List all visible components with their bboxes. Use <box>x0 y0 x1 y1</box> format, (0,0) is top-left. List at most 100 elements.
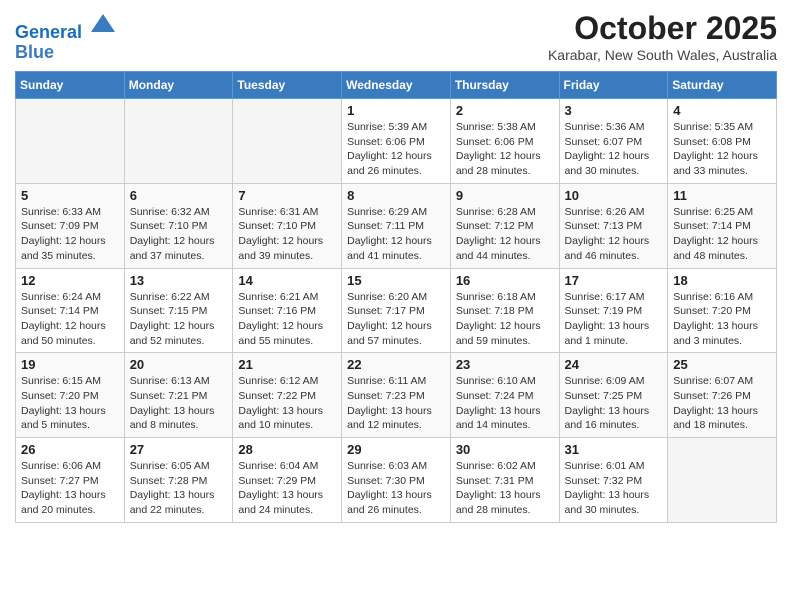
day-number: 17 <box>565 273 663 288</box>
calendar-cell <box>668 438 777 523</box>
day-info: Sunrise: 6:11 AM Sunset: 7:23 PM Dayligh… <box>347 374 445 433</box>
calendar-cell: 31Sunrise: 6:01 AM Sunset: 7:32 PM Dayli… <box>559 438 668 523</box>
day-info: Sunrise: 5:38 AM Sunset: 6:06 PM Dayligh… <box>456 120 554 179</box>
day-number: 23 <box>456 357 554 372</box>
day-number: 21 <box>238 357 336 372</box>
weekday-header: Sunday <box>16 72 125 99</box>
day-number: 5 <box>21 188 119 203</box>
calendar-week-row: 5 Sunrise: 6:33 AM Sunset: 7:09 PM Daylig… <box>16 183 777 268</box>
calendar-cell <box>233 99 342 184</box>
day-info: Sunrise: 6:26 AM Sunset: 7:13 PM Dayligh… <box>565 205 663 264</box>
day-number: 29 <box>347 442 445 457</box>
calendar-cell: 23 Sunrise: 6:10 AM Sunset: 7:24 PM Dayli… <box>450 353 559 438</box>
calendar-cell: 15Sunrise: 6:20 AM Sunset: 7:17 PM Dayli… <box>342 268 451 353</box>
day-number: 20 <box>130 357 228 372</box>
calendar-cell: 8 Sunrise: 6:29 AM Sunset: 7:11 PM Daylig… <box>342 183 451 268</box>
calendar-cell: 27 Sunrise: 6:05 AM Sunset: 7:28 PM Dayli… <box>124 438 233 523</box>
logo-general: General <box>15 22 82 42</box>
calendar-cell: 26Sunrise: 6:06 AM Sunset: 7:27 PM Dayli… <box>16 438 125 523</box>
day-info: Sunrise: 6:04 AM Sunset: 7:29 PM Dayligh… <box>238 459 336 518</box>
calendar-cell: 28 Sunrise: 6:04 AM Sunset: 7:29 PM Dayli… <box>233 438 342 523</box>
calendar-cell: 24Sunrise: 6:09 AM Sunset: 7:25 PM Dayli… <box>559 353 668 438</box>
calendar-cell: 13 Sunrise: 6:22 AM Sunset: 7:15 PM Dayli… <box>124 268 233 353</box>
weekday-header: Thursday <box>450 72 559 99</box>
day-info: Sunrise: 6:21 AM Sunset: 7:16 PM Dayligh… <box>238 290 336 349</box>
calendar-cell: 20 Sunrise: 6:13 AM Sunset: 7:21 PM Dayli… <box>124 353 233 438</box>
calendar-cell: 1 Sunrise: 5:39 AM Sunset: 6:06 PM Daylig… <box>342 99 451 184</box>
calendar-cell: 22Sunrise: 6:11 AM Sunset: 7:23 PM Dayli… <box>342 353 451 438</box>
calendar-cell: 29 Sunrise: 6:03 AM Sunset: 7:30 PM Dayli… <box>342 438 451 523</box>
logo-icon <box>89 10 117 38</box>
day-number: 26 <box>21 442 119 457</box>
day-info: Sunrise: 6:03 AM Sunset: 7:30 PM Dayligh… <box>347 459 445 518</box>
day-number: 25 <box>673 357 771 372</box>
weekday-header: Saturday <box>668 72 777 99</box>
day-number: 4 <box>673 103 771 118</box>
weekday-header-row: SundayMondayTuesdayWednesdayThursdayFrid… <box>16 72 777 99</box>
weekday-header: Monday <box>124 72 233 99</box>
day-number: 18 <box>673 273 771 288</box>
day-info: Sunrise: 6:22 AM Sunset: 7:15 PM Dayligh… <box>130 290 228 349</box>
calendar-cell: 19 Sunrise: 6:15 AM Sunset: 7:20 PM Dayli… <box>16 353 125 438</box>
day-info: Sunrise: 6:24 AM Sunset: 7:14 PM Dayligh… <box>21 290 119 349</box>
day-info: Sunrise: 6:29 AM Sunset: 7:11 PM Dayligh… <box>347 205 445 264</box>
calendar-cell: 7 Sunrise: 6:31 AM Sunset: 7:10 PM Daylig… <box>233 183 342 268</box>
day-number: 27 <box>130 442 228 457</box>
day-info: Sunrise: 6:31 AM Sunset: 7:10 PM Dayligh… <box>238 205 336 264</box>
calendar-cell: 9 Sunrise: 6:28 AM Sunset: 7:12 PM Daylig… <box>450 183 559 268</box>
day-info: Sunrise: 6:25 AM Sunset: 7:14 PM Dayligh… <box>673 205 771 264</box>
calendar-cell <box>16 99 125 184</box>
day-number: 16 <box>456 273 554 288</box>
day-info: Sunrise: 5:39 AM Sunset: 6:06 PM Dayligh… <box>347 120 445 179</box>
day-info: Sunrise: 6:33 AM Sunset: 7:09 PM Dayligh… <box>21 205 119 264</box>
day-info: Sunrise: 6:17 AM Sunset: 7:19 PM Dayligh… <box>565 290 663 349</box>
day-number: 28 <box>238 442 336 457</box>
weekday-header: Wednesday <box>342 72 451 99</box>
day-number: 8 <box>347 188 445 203</box>
day-number: 19 <box>21 357 119 372</box>
day-number: 7 <box>238 188 336 203</box>
calendar-cell: 17 Sunrise: 6:17 AM Sunset: 7:19 PM Dayli… <box>559 268 668 353</box>
calendar-cell: 16 Sunrise: 6:18 AM Sunset: 7:18 PM Dayli… <box>450 268 559 353</box>
day-number: 9 <box>456 188 554 203</box>
day-number: 11 <box>673 188 771 203</box>
day-info: Sunrise: 6:10 AM Sunset: 7:24 PM Dayligh… <box>456 374 554 433</box>
calendar-cell: 5 Sunrise: 6:33 AM Sunset: 7:09 PM Daylig… <box>16 183 125 268</box>
day-info: Sunrise: 6:02 AM Sunset: 7:31 PM Dayligh… <box>456 459 554 518</box>
calendar-cell: 12Sunrise: 6:24 AM Sunset: 7:14 PM Dayli… <box>16 268 125 353</box>
day-info: Sunrise: 6:32 AM Sunset: 7:10 PM Dayligh… <box>130 205 228 264</box>
day-number: 30 <box>456 442 554 457</box>
calendar-cell: 21 Sunrise: 6:12 AM Sunset: 7:22 PM Dayli… <box>233 353 342 438</box>
calendar-cell: 6Sunrise: 6:32 AM Sunset: 7:10 PM Daylig… <box>124 183 233 268</box>
calendar-cell: 30 Sunrise: 6:02 AM Sunset: 7:31 PM Dayli… <box>450 438 559 523</box>
day-number: 1 <box>347 103 445 118</box>
calendar-cell: 4 Sunrise: 5:35 AM Sunset: 6:08 PM Daylig… <box>668 99 777 184</box>
calendar-week-row: 12Sunrise: 6:24 AM Sunset: 7:14 PM Dayli… <box>16 268 777 353</box>
day-number: 13 <box>130 273 228 288</box>
calendar-cell <box>124 99 233 184</box>
calendar-week-row: 19 Sunrise: 6:15 AM Sunset: 7:20 PM Dayli… <box>16 353 777 438</box>
day-number: 31 <box>565 442 663 457</box>
day-info: Sunrise: 6:15 AM Sunset: 7:20 PM Dayligh… <box>21 374 119 433</box>
day-info: Sunrise: 6:12 AM Sunset: 7:22 PM Dayligh… <box>238 374 336 433</box>
title-block: October 2025 Karabar, New South Wales, A… <box>548 10 777 63</box>
day-info: Sunrise: 6:13 AM Sunset: 7:21 PM Dayligh… <box>130 374 228 433</box>
calendar-cell: 11 Sunrise: 6:25 AM Sunset: 7:14 PM Dayli… <box>668 183 777 268</box>
day-number: 2 <box>456 103 554 118</box>
day-info: Sunrise: 6:05 AM Sunset: 7:28 PM Dayligh… <box>130 459 228 518</box>
day-info: Sunrise: 6:18 AM Sunset: 7:18 PM Dayligh… <box>456 290 554 349</box>
calendar-table: SundayMondayTuesdayWednesdayThursdayFrid… <box>15 71 777 523</box>
day-info: Sunrise: 5:36 AM Sunset: 6:07 PM Dayligh… <box>565 120 663 179</box>
calendar-cell: 25 Sunrise: 6:07 AM Sunset: 7:26 PM Dayli… <box>668 353 777 438</box>
day-number: 15 <box>347 273 445 288</box>
day-info: Sunrise: 6:16 AM Sunset: 7:20 PM Dayligh… <box>673 290 771 349</box>
month-title: October 2025 <box>548 10 777 47</box>
day-info: Sunrise: 6:28 AM Sunset: 7:12 PM Dayligh… <box>456 205 554 264</box>
day-info: Sunrise: 6:09 AM Sunset: 7:25 PM Dayligh… <box>565 374 663 433</box>
day-info: Sunrise: 5:35 AM Sunset: 6:08 PM Dayligh… <box>673 120 771 179</box>
calendar-cell: 10Sunrise: 6:26 AM Sunset: 7:13 PM Dayli… <box>559 183 668 268</box>
location: Karabar, New South Wales, Australia <box>548 47 777 63</box>
calendar-cell: 3Sunrise: 5:36 AM Sunset: 6:07 PM Daylig… <box>559 99 668 184</box>
day-info: Sunrise: 6:07 AM Sunset: 7:26 PM Dayligh… <box>673 374 771 433</box>
weekday-header: Friday <box>559 72 668 99</box>
